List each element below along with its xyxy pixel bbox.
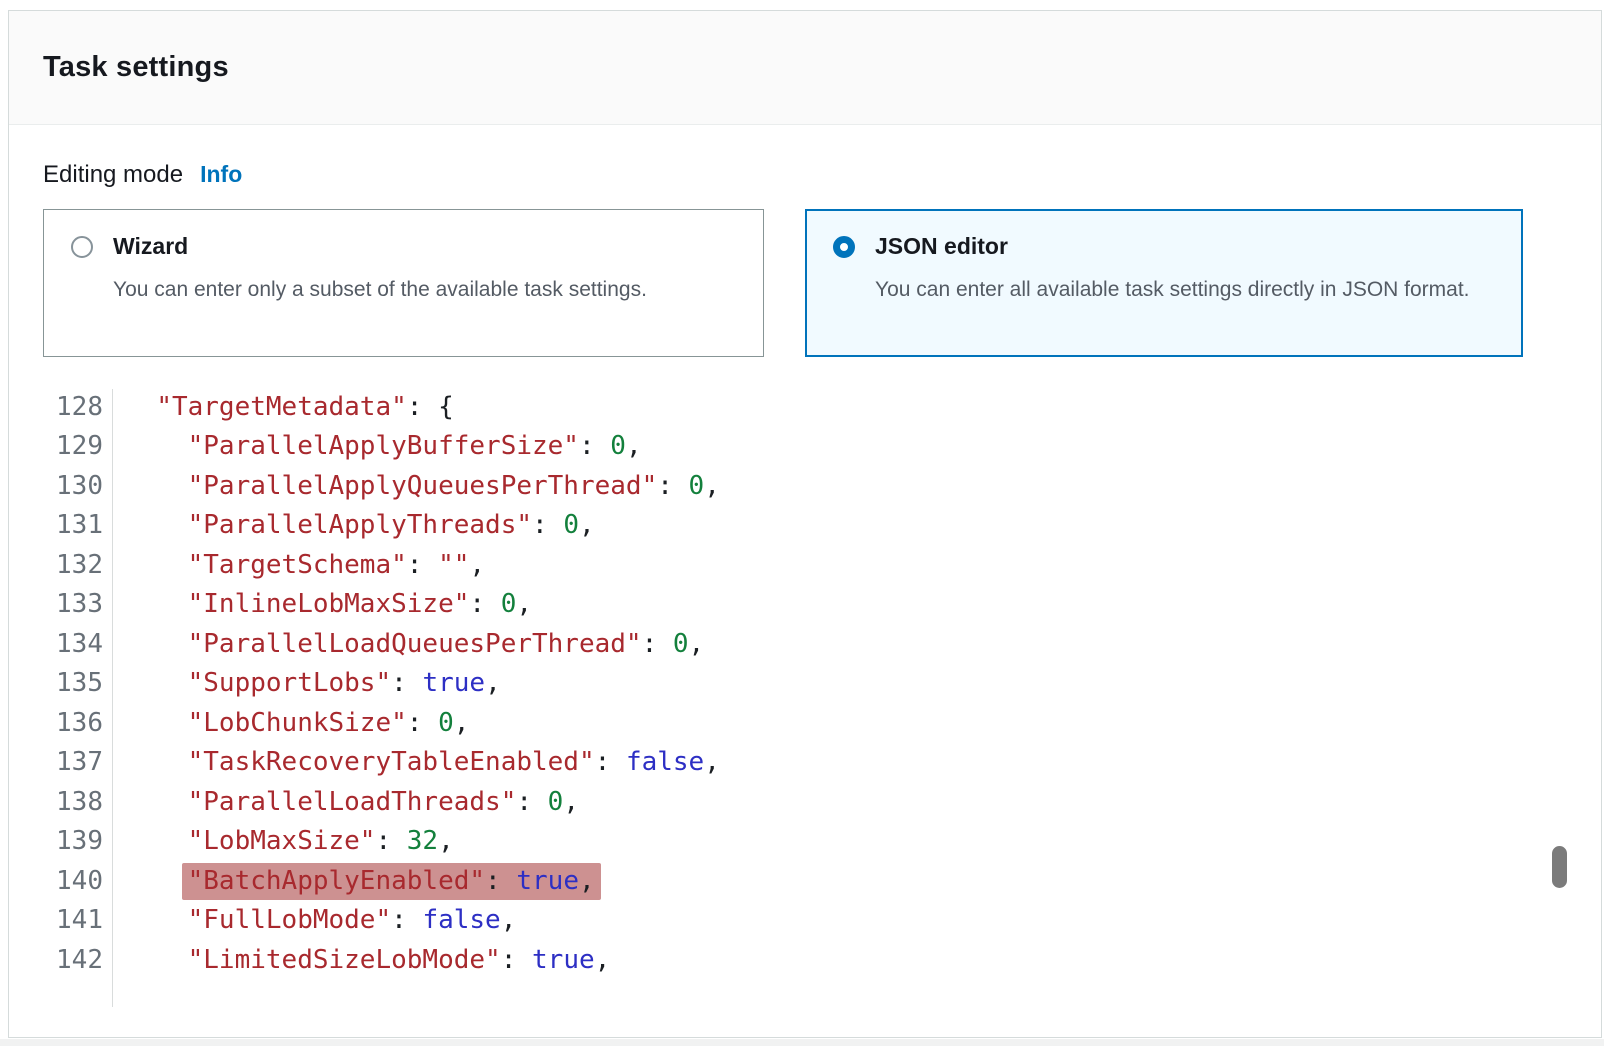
code-text: "LobChunkSize": 0, [103,708,469,738]
line-number: 128 [43,392,103,422]
line-number: 142 [43,945,103,975]
code-text: "SupportLobs": true, [103,668,501,698]
option-label-wizard: Wizard [113,233,188,260]
code-line[interactable]: 134 "ParallelLoadQueuesPerThread": 0, [43,624,1601,664]
radio-json-editor-icon[interactable] [833,236,855,258]
option-label-json-editor: JSON editor [875,233,1008,260]
option-card-wizard[interactable]: Wizard You can enter only a subset of th… [43,209,764,357]
page-title: Task settings [43,51,229,84]
line-number: 140 [43,866,103,896]
code-text: "LimitedSizeLobMode": true, [103,945,610,975]
code-text: "TargetSchema": "", [103,550,485,580]
code-text: "ParallelLoadQueuesPerThread": 0, [103,629,704,659]
line-number: 136 [43,708,103,738]
code-line[interactable]: 133 "InlineLobMaxSize": 0, [43,585,1601,625]
code-text: "TaskRecoveryTableEnabled": false, [103,747,720,777]
code-line[interactable]: 131 "ParallelApplyThreads": 0, [43,506,1601,546]
line-number: 130 [43,471,103,501]
page-bottom-strip [0,1039,1604,1046]
option-top: JSON editor [833,233,1495,260]
line-number: 135 [43,668,103,698]
panel-header: Task settings [9,11,1601,125]
line-number: 138 [43,787,103,817]
info-link[interactable]: Info [200,161,242,188]
line-number: 129 [43,431,103,461]
task-settings-panel: Task settings Editing mode Info Wizard Y… [8,10,1602,1038]
code-line[interactable]: 135 "SupportLobs": true, [43,664,1601,704]
line-number: 139 [43,826,103,856]
code-text: "InlineLobMaxSize": 0, [103,589,532,619]
code-line[interactable]: 141 "FullLobMode": false, [43,901,1601,941]
code-text: "ParallelApplyQueuesPerThread": 0, [103,471,720,501]
code-line[interactable]: 138 "ParallelLoadThreads": 0, [43,782,1601,822]
radio-wizard-icon[interactable] [71,236,93,258]
option-description-wizard: You can enter only a subset of the avail… [113,271,736,308]
line-number: 132 [43,550,103,580]
line-number: 133 [43,589,103,619]
editing-mode-options: Wizard You can enter only a subset of th… [43,209,1601,357]
line-number: 141 [43,905,103,935]
option-card-json-editor[interactable]: JSON editor You can enter all available … [805,209,1523,357]
code-text: "ParallelLoadThreads": 0, [103,787,579,817]
line-number: 137 [43,747,103,777]
code-line[interactable]: 129 "ParallelApplyBufferSize": 0, [43,427,1601,467]
editing-mode-row: Editing mode Info [43,161,1601,189]
json-code-editor[interactable]: 128 "TargetMetadata": {129 "ParallelAppl… [43,387,1601,1009]
option-description-json-editor: You can enter all available task setting… [875,271,1495,308]
code-line[interactable]: 137 "TaskRecoveryTableEnabled": false, [43,743,1601,783]
code-text: "ParallelApplyBufferSize": 0, [103,431,642,461]
code-text: "LobMaxSize": 32, [103,826,454,856]
option-top: Wizard [71,233,736,260]
code-line[interactable]: 130 "ParallelApplyQueuesPerThread": 0, [43,466,1601,506]
code-text: "FullLobMode": false, [103,905,516,935]
line-number: 134 [43,629,103,659]
code-text: "BatchApplyEnabled": true, [103,866,595,896]
code-line[interactable]: 142 "LimitedSizeLobMode": true, [43,940,1601,980]
scrollbar-thumb[interactable] [1552,846,1567,888]
line-number: 131 [43,510,103,540]
code-line[interactable]: 132 "TargetSchema": "", [43,545,1601,585]
code-line[interactable]: 140 "BatchApplyEnabled": true, [43,861,1601,901]
code-line[interactable]: 136 "LobChunkSize": 0, [43,703,1601,743]
panel-body: Editing mode Info Wizard You can enter o… [9,161,1601,1009]
page: Task settings Editing mode Info Wizard Y… [0,0,1604,1046]
gutter-separator [112,389,113,1007]
code-text: "TargetMetadata": { [103,392,454,422]
code-line[interactable]: 128 "TargetMetadata": { [43,387,1601,427]
code-text: "ParallelApplyThreads": 0, [103,510,595,540]
code-line[interactable]: 139 "LobMaxSize": 32, [43,822,1601,862]
editing-mode-label: Editing mode [43,161,183,189]
code-lines: 128 "TargetMetadata": {129 "ParallelAppl… [43,387,1601,980]
